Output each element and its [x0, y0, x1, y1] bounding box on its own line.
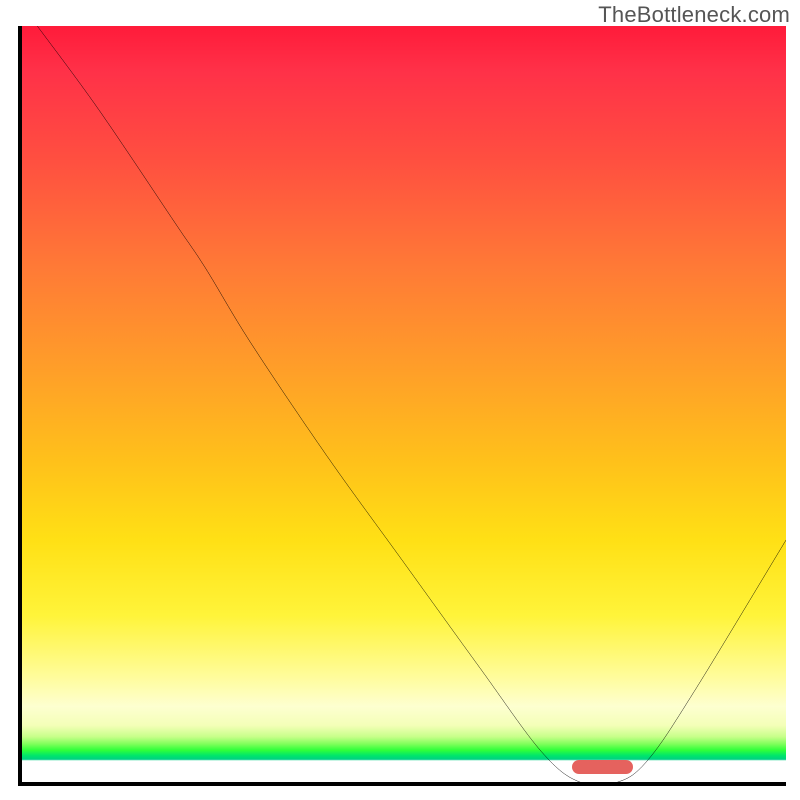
- chart-frame: TheBottleneck.com: [0, 0, 800, 800]
- plot-area: [18, 26, 786, 786]
- optimal-range-marker: [572, 760, 633, 774]
- bottleneck-curve: [22, 26, 786, 782]
- watermark-label: TheBottleneck.com: [598, 2, 790, 28]
